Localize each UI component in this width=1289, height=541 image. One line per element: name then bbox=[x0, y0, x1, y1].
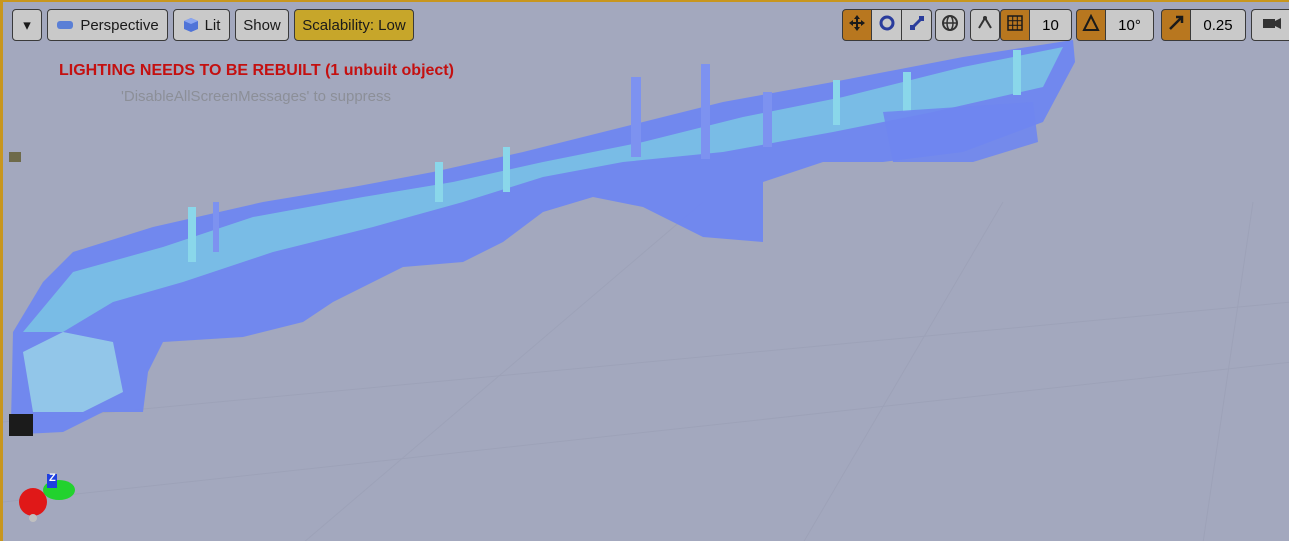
scalability-button[interactable]: Scalability: Low bbox=[294, 9, 414, 41]
rotate-icon bbox=[878, 14, 896, 37]
scene-prop bbox=[9, 152, 21, 162]
grid-snap-toggle[interactable] bbox=[1000, 9, 1030, 41]
rotation-snap-value: 10° bbox=[1118, 16, 1141, 34]
surface-snapping-button[interactable] bbox=[970, 9, 1000, 41]
translate-tool[interactable] bbox=[842, 9, 872, 41]
camera-speed-button[interactable] bbox=[1251, 9, 1289, 41]
lit-cube-icon bbox=[183, 17, 199, 33]
scalability-label: Scalability: Low bbox=[302, 16, 406, 34]
viewport-options-button[interactable]: ▾ bbox=[12, 9, 42, 41]
rotation-snap-group: 10° bbox=[1076, 9, 1154, 41]
show-label: Show bbox=[243, 16, 281, 34]
grid-snap-value-dropdown[interactable]: 10 bbox=[1030, 9, 1072, 41]
perspective-button[interactable]: Perspective bbox=[47, 9, 168, 41]
rotate-tool[interactable] bbox=[872, 9, 902, 41]
z-axis-label: Z bbox=[49, 472, 56, 484]
rotation-snap-toggle[interactable] bbox=[1076, 9, 1106, 41]
angle-icon bbox=[1082, 13, 1100, 37]
scale-arrow-icon bbox=[1167, 14, 1185, 37]
camera-icon bbox=[1262, 15, 1282, 35]
perspective-label: Perspective bbox=[80, 16, 159, 34]
black-block bbox=[9, 414, 33, 436]
surface-snap-icon bbox=[976, 14, 994, 36]
world-local-toggle[interactable] bbox=[935, 9, 965, 41]
rotation-snap-value-dropdown[interactable]: 10° bbox=[1106, 9, 1154, 41]
globe-icon bbox=[941, 14, 959, 36]
grid-icon bbox=[1006, 14, 1024, 37]
scene-render bbox=[3, 40, 1289, 541]
scale-tool[interactable] bbox=[902, 9, 932, 41]
chevron-down-icon: ▾ bbox=[23, 17, 31, 34]
lit-mode-button[interactable]: Lit bbox=[173, 9, 230, 41]
scale-snap-group: 0.25 bbox=[1161, 9, 1246, 41]
scale-snap-toggle[interactable] bbox=[1161, 9, 1191, 41]
scale-snap-value: 0.25 bbox=[1203, 16, 1233, 34]
lit-label: Lit bbox=[204, 16, 221, 34]
level-viewport[interactable]: LIGHTING NEEDS TO BE REBUILT (1 unbuilt … bbox=[0, 0, 1289, 541]
move-arrows-icon bbox=[848, 14, 866, 37]
camera-perspective-icon bbox=[56, 19, 74, 31]
show-button[interactable]: Show bbox=[235, 9, 289, 41]
grid-snap-value: 10 bbox=[1042, 16, 1059, 34]
grid-snap-group: 10 bbox=[1000, 9, 1072, 41]
axis-gizmo bbox=[19, 474, 75, 522]
transform-tools bbox=[842, 9, 932, 41]
scale-snap-value-dropdown[interactable]: 0.25 bbox=[1191, 9, 1246, 41]
scale-icon bbox=[908, 14, 926, 37]
lighting-warning: LIGHTING NEEDS TO BE REBUILT (1 unbuilt … bbox=[59, 62, 454, 79]
suppress-hint: 'DisableAllScreenMessages' to suppress bbox=[121, 88, 392, 105]
